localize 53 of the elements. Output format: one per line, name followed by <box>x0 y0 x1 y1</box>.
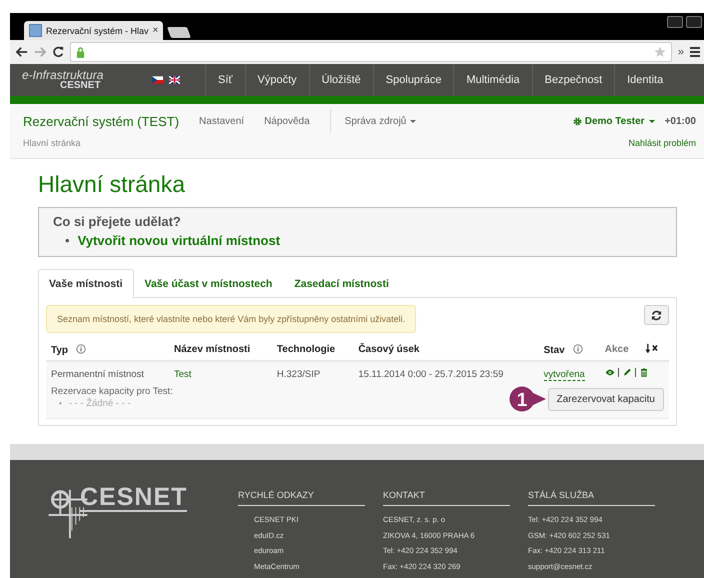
page-favicon-icon <box>29 24 42 37</box>
app-title[interactable]: Rezervační systém (TEST) <box>23 114 180 128</box>
footer-heading: KONTAKT <box>383 484 510 506</box>
star-icon[interactable] <box>654 46 666 58</box>
header-menu-link[interactable]: Nápověda <box>264 116 310 126</box>
reserve-capacity-button[interactable]: Zarezervovat kapacitu <box>548 388 664 410</box>
reload-icon[interactable] <box>52 46 64 58</box>
sort-clear-icon[interactable] <box>645 343 660 353</box>
info-icon <box>572 344 583 354</box>
tab[interactable]: Vaše místnosti <box>38 269 134 298</box>
info-notice: Seznam místností, které vlastníte nebo které Vám byly zpřístupněny ostatními uživateli. <box>46 305 416 333</box>
breadcrumb: Hlavní stránka <box>23 138 81 150</box>
overflow-chevron[interactable]: » <box>678 46 684 58</box>
header-menu-link[interactable]: Správa zdrojů <box>344 116 416 126</box>
timezone-label[interactable]: +01:00 <box>664 116 696 126</box>
table-cell: 15.11.2014 0:00 - 25.7.2015 23:59 <box>353 361 539 386</box>
empty-capacity-text: - - - Žádné - - - <box>68 398 131 409</box>
capacity-label: Rezervace kapacity pro Test: <box>51 386 173 397</box>
tab[interactable]: Vaše účast v místnostech <box>134 269 284 297</box>
menu-icon[interactable] <box>690 47 700 57</box>
cesnet-logo[interactable]: CESNET <box>48 484 220 546</box>
page-title: Hlavní stránka <box>38 171 186 198</box>
pencil-icon[interactable] <box>622 368 632 377</box>
room-link[interactable]: Test <box>174 368 192 380</box>
footer-heading: STÁLÁ SLUŽBA <box>528 484 655 506</box>
back-arrow-icon[interactable] <box>16 46 28 58</box>
table-cell: Permanentní místnost <box>46 361 169 386</box>
browser-tab[interactable]: Rezervační systém - Hlav × <box>24 21 164 40</box>
trash-icon[interactable] <box>638 368 649 377</box>
report-problem-link[interactable]: Nahlásit problém <box>628 138 696 158</box>
british-flag-icon[interactable] <box>169 76 180 84</box>
lock-icon <box>76 46 85 58</box>
header-menu-link[interactable]: Nastavení <box>199 116 244 126</box>
minimize-icon[interactable] <box>667 16 683 28</box>
new-tab-button[interactable] <box>167 27 192 38</box>
maximize-icon[interactable] <box>686 16 702 28</box>
site-logo[interactable]: e-Infrastruktura CESNET <box>10 64 152 96</box>
refresh-icon <box>651 310 662 320</box>
footer-heading: RYCHLÉ ODKAZY <box>238 484 365 506</box>
actions-question: Co si přejete udělat? <box>53 214 182 229</box>
eye-icon[interactable] <box>604 368 615 377</box>
create-room-link[interactable]: Vytvořit novou virtuální místnost <box>78 233 280 248</box>
bullet: • <box>65 233 70 248</box>
table-cell: H.323/SIP <box>272 361 354 386</box>
user-menu[interactable]: Demo Tester <box>572 116 655 126</box>
refresh-button[interactable] <box>644 305 669 325</box>
bullet: • <box>59 399 62 408</box>
settings-icon <box>572 116 582 126</box>
tab[interactable]: Zasedací místnosti <box>283 269 400 297</box>
info-icon <box>76 344 86 354</box>
close-icon[interactable]: × <box>152 25 158 36</box>
czech-flag-icon[interactable] <box>152 76 163 84</box>
tab-title: Rezervační systém - Hlav <box>46 26 149 36</box>
